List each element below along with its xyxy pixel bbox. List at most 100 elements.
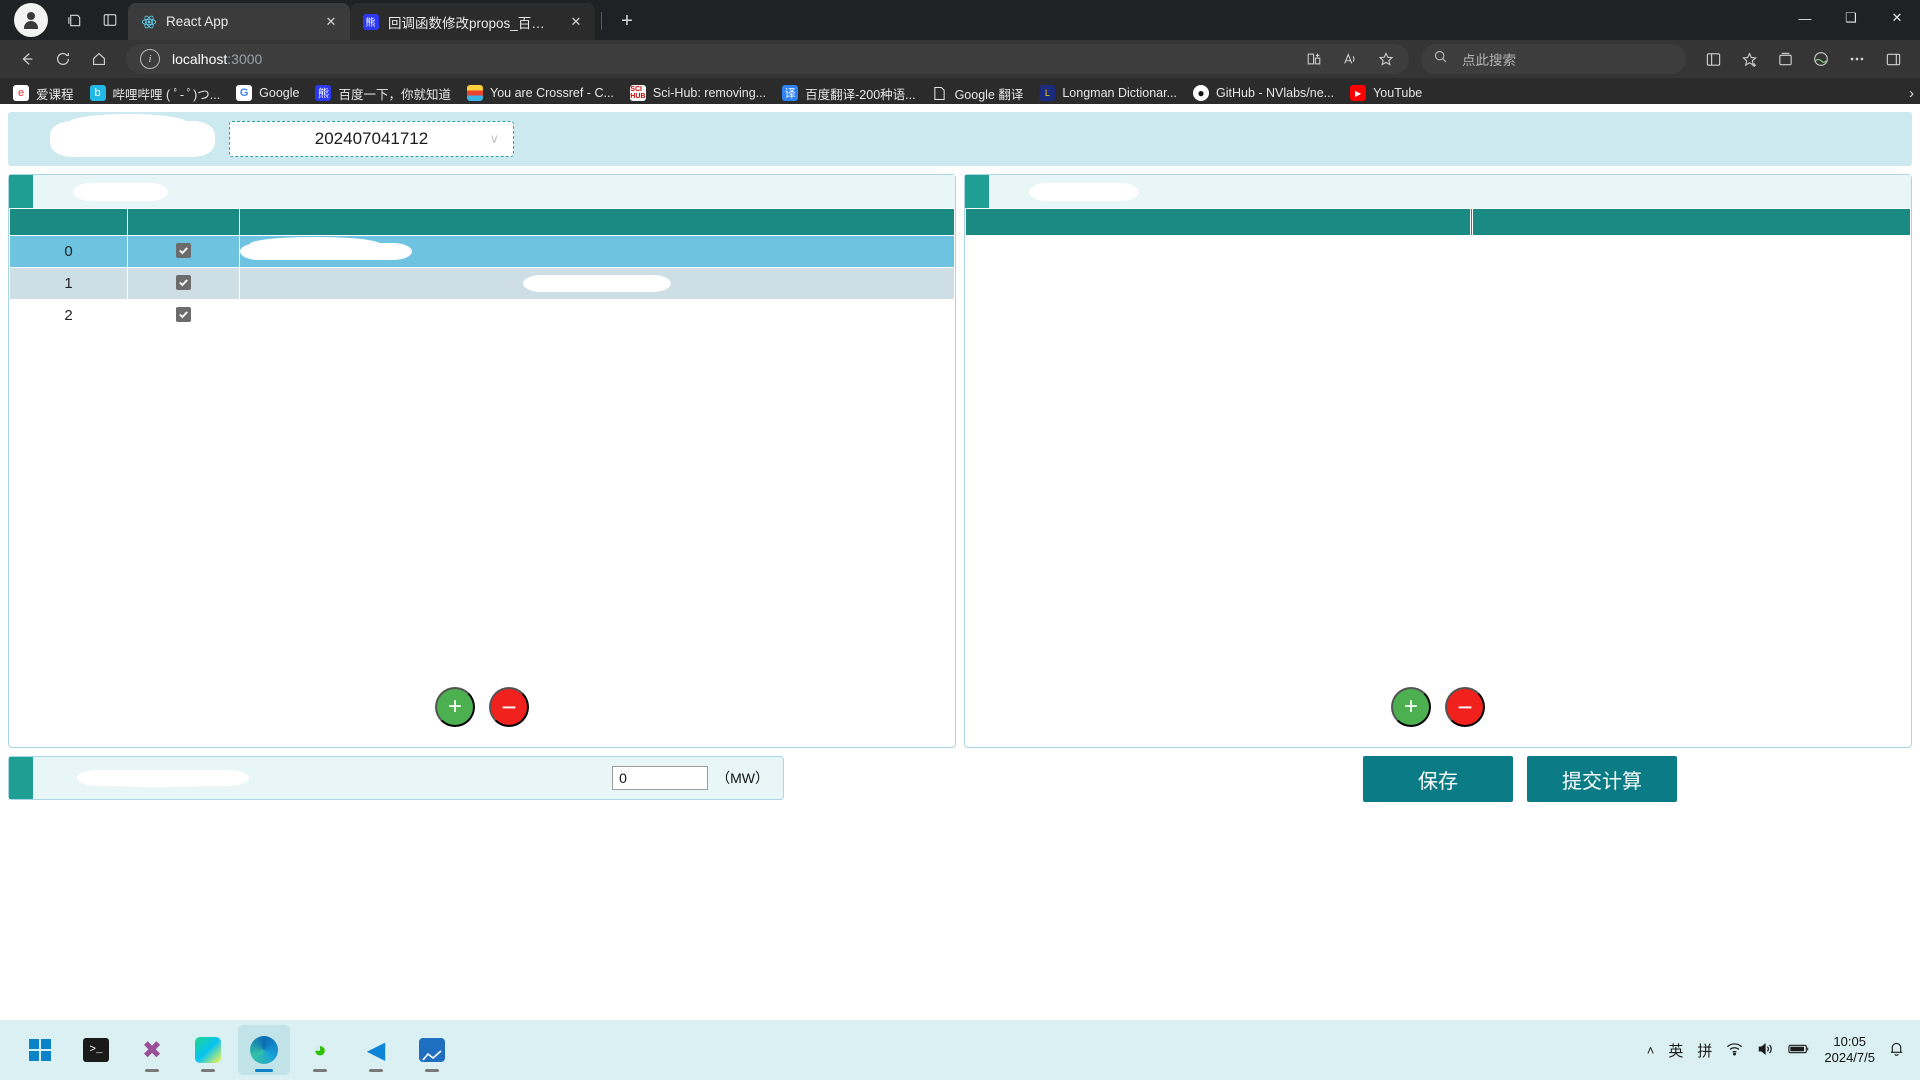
profile-button[interactable] — [14, 3, 48, 37]
minimize-button[interactable]: — — [1782, 0, 1828, 36]
add-row-button[interactable]: + — [1391, 687, 1431, 727]
save-button[interactable]: 保存 — [1363, 756, 1513, 802]
bookmark-label: 爱课程 — [36, 87, 74, 102]
new-tab-button[interactable]: + — [612, 6, 642, 36]
tab-title: React App — [166, 14, 229, 29]
bookmark-label: 哔哩哔哩 ( ﾟ- ﾟ)つ... — [112, 87, 221, 102]
split-screen-icon[interactable] — [1297, 44, 1331, 74]
vscode-icon: ◀ — [366, 1036, 386, 1064]
wifi-icon[interactable] — [1726, 1042, 1743, 1059]
column-index[interactable] — [9, 208, 128, 236]
bookmark-item[interactable]: SCI HUB Sci-Hub: removing... — [623, 82, 773, 104]
column-name[interactable] — [239, 208, 955, 236]
bookmark-item[interactable]: ▶ YouTube — [1343, 82, 1429, 104]
checkbox-checked-icon[interactable] — [176, 243, 191, 258]
vscode-app[interactable]: ◀ — [350, 1025, 402, 1075]
checkbox-checked-icon[interactable] — [176, 275, 191, 290]
unit-label: （MW） — [716, 770, 769, 786]
tab-baidu-search[interactable]: 熊 回调函数修改propos_百度搜索 ✕ — [350, 3, 595, 40]
bookmark-item[interactable]: Google 翻译 — [925, 81, 1031, 106]
capacity-input[interactable] — [612, 766, 709, 790]
submit-calculation-button[interactable]: 提交计算 — [1527, 756, 1677, 802]
bookmark-item[interactable]: ● GitHub - NVlabs/ne... — [1186, 82, 1341, 104]
icourse-icon: e — [13, 85, 29, 101]
column-b[interactable] — [1472, 208, 1911, 236]
add-row-button[interactable]: + — [435, 687, 475, 727]
row-checkbox-cell[interactable] — [127, 235, 240, 268]
row-checkbox-cell[interactable] — [127, 267, 240, 300]
home-icon[interactable] — [82, 44, 116, 74]
column-a[interactable] — [965, 208, 1471, 236]
bookmarks-overflow-icon[interactable]: › — [1909, 85, 1914, 102]
left-panel-actions: + − — [9, 687, 955, 727]
favorites-icon[interactable] — [1732, 44, 1766, 74]
edge-app[interactable] — [238, 1025, 290, 1075]
bottom-bar: （MW） 保存 提交计算 — [0, 756, 1920, 802]
read-aloud-icon[interactable] — [1333, 44, 1367, 74]
tab-divider — [601, 12, 602, 30]
row-checkbox-cell[interactable] — [127, 299, 240, 332]
remove-row-button[interactable]: − — [489, 687, 529, 727]
collections-pane-icon[interactable] — [1768, 44, 1802, 74]
column-select[interactable] — [127, 208, 240, 236]
chart-app-icon — [419, 1038, 445, 1062]
more-icon[interactable] — [1840, 44, 1874, 74]
remove-row-button[interactable]: − — [1445, 687, 1485, 727]
period-select[interactable]: 202407041712 ∨ — [229, 121, 514, 157]
wechat-icon: ◕ — [313, 1037, 327, 1062]
close-icon[interactable]: ✕ — [565, 11, 587, 33]
right-panel-actions: + − — [965, 687, 1911, 727]
battery-icon[interactable] — [1788, 1042, 1810, 1058]
star-icon[interactable] — [1369, 44, 1403, 74]
maximize-button[interactable]: ❑ — [1828, 0, 1874, 36]
pycharm-app[interactable] — [182, 1025, 234, 1075]
tab-actions-icon[interactable] — [56, 4, 92, 36]
tray-expand-icon[interactable]: ˄ — [1647, 1043, 1655, 1058]
start-button[interactable] — [14, 1025, 66, 1075]
search-placeholder: 点此搜索 — [1462, 53, 1516, 68]
total-capacity-field: （MW） — [8, 756, 784, 800]
left-table: 0 1 2 — [9, 208, 955, 332]
address-bar[interactable]: i localhost:3000 — [126, 44, 1409, 74]
bookmark-item[interactable]: G Google — [229, 82, 306, 104]
tab-strip: React App ✕ 熊 回调函数修改propos_百度搜索 ✕ + — [128, 0, 642, 40]
close-icon[interactable]: ✕ — [320, 11, 342, 33]
bell-icon[interactable] — [1889, 1041, 1904, 1060]
table-row[interactable]: 2 — [9, 299, 955, 332]
browser-essentials-icon[interactable] — [1804, 44, 1838, 74]
chart-app[interactable] — [406, 1025, 458, 1075]
app-page: 202407041712 ∨ 0 1 2 + − + − 0 （MW） 保存 提… — [0, 104, 1920, 1020]
chevron-down-icon: ∨ — [489, 131, 499, 146]
bookmark-item[interactable]: You are Crossref - C... — [460, 82, 621, 104]
clock-date: 2024/7/5 — [1824, 1050, 1875, 1065]
volume-icon[interactable] — [1757, 1042, 1774, 1059]
sidebar-icon[interactable] — [1876, 44, 1910, 74]
visual-studio-app[interactable]: ✖ — [126, 1025, 178, 1075]
search-box[interactable]: 点此搜索 — [1421, 44, 1686, 74]
ime-mode-indicator[interactable]: 拼 — [1697, 1040, 1712, 1061]
ime-language-indicator[interactable]: 英 — [1668, 1040, 1683, 1061]
taskbar-clock[interactable]: 10:05 2024/7/5 — [1824, 1034, 1875, 1067]
table-row[interactable]: 1 — [9, 267, 955, 300]
github-icon: ● — [1193, 85, 1209, 101]
checkbox-checked-icon[interactable] — [176, 307, 191, 322]
collections-icon[interactable] — [1696, 44, 1730, 74]
right-table-head — [965, 208, 1911, 236]
tab-react-app[interactable]: React App ✕ — [128, 3, 350, 40]
back-arrow-icon[interactable] — [10, 44, 44, 74]
site-info-icon[interactable]: i — [140, 49, 160, 69]
table-row[interactable]: 0 — [9, 235, 955, 268]
running-indicator — [255, 1069, 273, 1072]
system-tray: ˄ 英 拼 10:05 2024/7/5 — [1647, 1020, 1920, 1080]
terminal-app[interactable]: >_ — [70, 1025, 122, 1075]
vertical-tabs-icon[interactable] — [92, 4, 128, 36]
bookmark-item[interactable]: e 爱课程 — [6, 81, 81, 106]
reload-icon[interactable] — [46, 44, 80, 74]
bookmark-item[interactable]: L Longman Dictionar... — [1032, 82, 1184, 104]
bookmark-item[interactable]: 熊 百度一下，你就知道 — [308, 81, 458, 106]
bookmark-item[interactable]: b 哔哩哔哩 ( ﾟ- ﾟ)つ... — [83, 81, 228, 106]
close-window-button[interactable]: ✕ — [1874, 0, 1920, 36]
app-toolbar: 202407041712 ∨ — [8, 112, 1912, 166]
wechat-app[interactable]: ◕ — [294, 1025, 346, 1075]
bookmark-item[interactable]: 译 百度翻译-200种语... — [775, 81, 922, 106]
